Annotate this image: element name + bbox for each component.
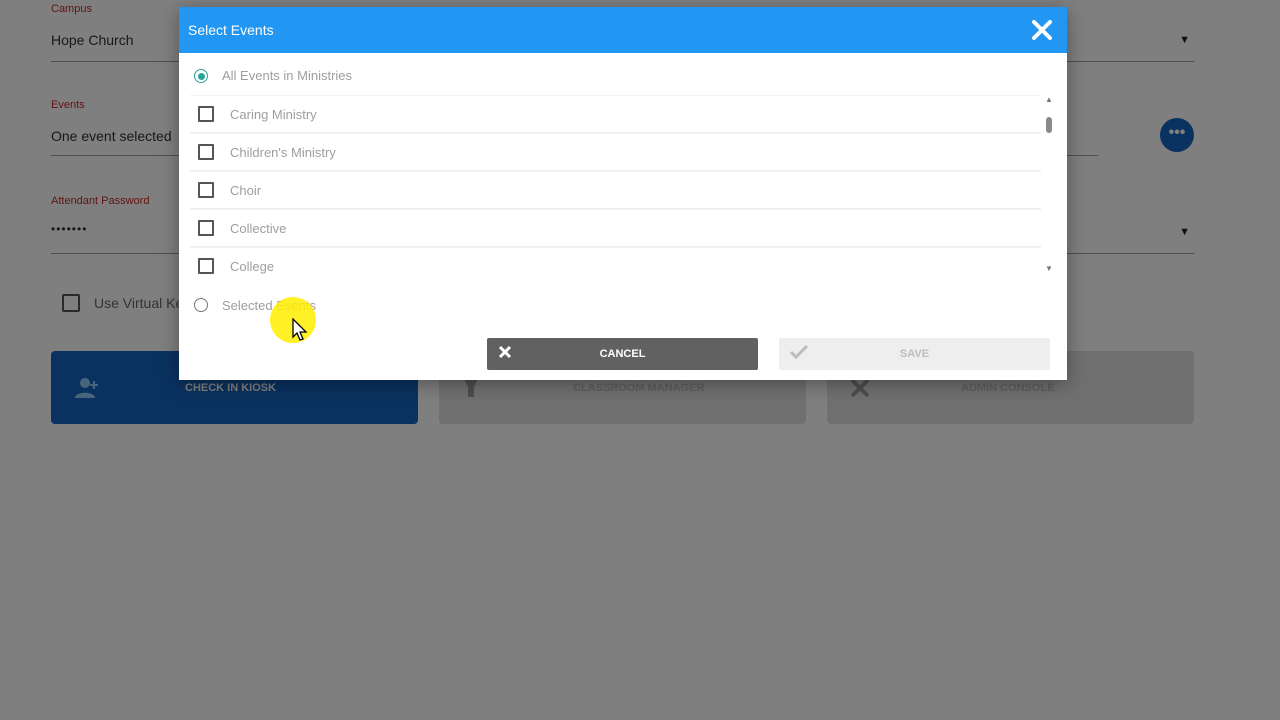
mouse-pointer-icon	[292, 318, 308, 341]
scroll-thumb[interactable]	[1046, 117, 1052, 133]
list-item[interactable]: College	[190, 247, 1041, 275]
dialog-header: Select Events	[179, 7, 1067, 53]
dialog-title: Select Events	[188, 22, 274, 38]
list-item-label: Caring Ministry	[230, 107, 317, 122]
list-item-label: Collective	[230, 221, 287, 236]
save-button[interactable]: SAVE	[779, 338, 1050, 370]
cancel-button[interactable]: CANCEL	[487, 338, 758, 370]
list-item-label: Choir	[230, 183, 262, 198]
cancel-label: CANCEL	[599, 348, 646, 360]
scroll-up-icon[interactable]: ▲	[1045, 95, 1053, 104]
ministry-list[interactable]: Caring Ministry Children's Ministry Choi…	[190, 95, 1041, 275]
checkbox[interactable]	[198, 258, 214, 274]
selected-events-radio[interactable]	[194, 298, 208, 312]
list-scrollbar[interactable]: ▲ ▼	[1042, 95, 1056, 275]
save-label: SAVE	[899, 348, 930, 360]
close-icon[interactable]	[1027, 15, 1057, 45]
list-item[interactable]: Choir	[190, 171, 1041, 209]
list-item[interactable]: Caring Ministry	[190, 95, 1041, 133]
list-item-label: Children's Ministry	[230, 145, 336, 160]
checkbox[interactable]	[198, 182, 214, 198]
list-item-label: College	[230, 259, 275, 274]
scroll-down-icon[interactable]: ▼	[1045, 264, 1053, 273]
checkbox[interactable]	[198, 220, 214, 236]
list-item[interactable]: Children's Ministry	[190, 133, 1041, 171]
checkbox[interactable]	[198, 106, 214, 122]
all-events-radio[interactable]	[194, 69, 208, 83]
checkbox[interactable]	[198, 144, 214, 160]
all-events-label: All Events in Ministries	[222, 68, 353, 83]
list-item[interactable]: Collective	[190, 209, 1041, 247]
